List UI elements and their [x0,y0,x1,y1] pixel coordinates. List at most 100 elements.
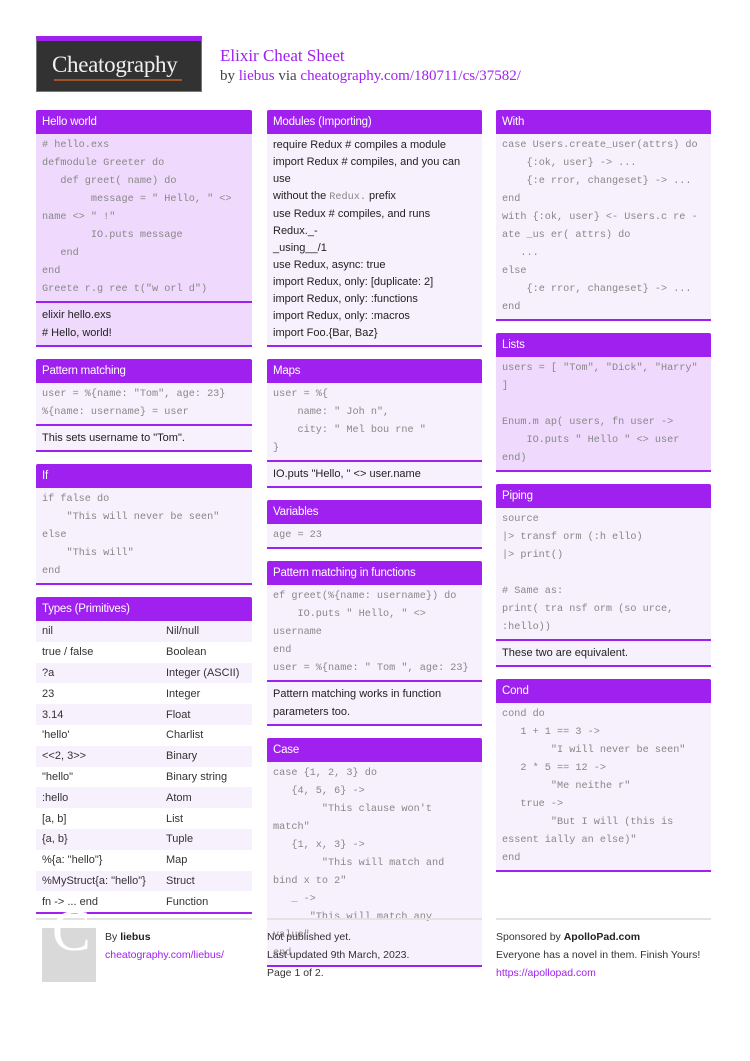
page-title[interactable]: Elixir Cheat Sheet [220,46,521,66]
type-name: Tuple [160,828,252,850]
sponsor-name[interactable]: ApolloPad.com [564,931,640,943]
code-block: user = %{ name: " Joh n", city: " Mel bo… [267,383,482,460]
types-row: <<2, 3>> Binary [36,745,252,767]
type-name: Function [160,891,252,913]
cheatography-logo[interactable]: Cheatography [36,36,202,92]
type-example: <<2, 3>> [36,745,160,767]
text-fragment: prefix [369,190,396,202]
code-block: case Users.create_user(attrs) do {:ok, u… [496,134,711,319]
sponsor-text: Everyone has a novel in them. Finish You… [496,949,701,961]
sheet-url-link[interactable]: cheatography.com/180711/cs/37582/ [300,68,521,84]
types-row: 'hello' Charlist [36,724,252,746]
type-name: Integer [160,683,252,705]
types-row: %MyStruct{a: "hello"} Struct [36,870,252,892]
text-line: without the Redux. prefix [273,188,476,206]
type-example: {a, b} [36,828,160,850]
section-title: Types (Primitives) [36,597,252,621]
types-row: "hello" Binary string [36,766,252,788]
section-title: Variables [267,500,482,524]
code-block: users = [ "Tom", "Dick", "Harry" ] Enum.… [496,357,711,470]
logo-underline [54,79,182,81]
section-title: Pattern matching in functions [267,561,482,585]
type-example: 'hello' [36,724,160,746]
section-maps: Maps user = %{ name: " Joh n", city: " M… [267,359,482,488]
avatar-letter: C [52,898,91,963]
footer-author: C By liebus cheatography.com/liebus/ [36,902,252,982]
type-name: Integer (ASCII) [160,662,252,684]
types-row: ?a Integer (ASCII) [36,662,252,684]
text-line: import Redux, only: [duplicate: 2] [273,276,434,288]
type-name: Atom [160,787,252,809]
type-name: Binary string [160,766,252,788]
code-block: # hello.exs defmodule Greeter do def gre… [36,134,252,301]
logo-text: Cheatography [52,52,178,77]
type-name: Charlist [160,724,252,746]
section-if: If if false do "This will never be seen"… [36,464,252,585]
section-title: Case [267,738,482,762]
type-example: %{a: "hello"} [36,849,160,871]
type-name: Boolean [160,641,252,663]
note: IO.puts "Hello, " <> user.name [267,460,482,486]
types-row: [a, b] List [36,808,252,829]
code-block: source |> transf orm (:h ello) |> print(… [496,508,711,639]
author-name[interactable]: liebus [120,931,150,943]
section-title: With [496,110,711,134]
section-title: If [36,464,252,488]
page-header: Cheatography Elixir Cheat Sheet by liebu… [36,36,716,94]
via-text: via [278,68,297,84]
type-example: [a, b] [36,808,160,829]
text-line: _using__/1 [273,242,327,254]
sponsor-line: Sponsored by ApolloPad.com [496,928,711,946]
type-name: List [160,808,252,829]
code-block: age = 23 [267,524,482,547]
type-example: "hello" [36,766,160,788]
code-block: if false do "This will never be seen" el… [36,488,252,583]
text-block: require Redux # compiles a module import… [267,134,482,345]
note: elixir hello.exs # Hello, world! [36,301,252,345]
types-row: nil Nil/null [36,621,252,642]
code-block: user = %{name: "Tom", age: 23} %{name: u… [36,383,252,424]
title-block: Elixir Cheat Sheet by liebus via cheatog… [220,46,521,85]
author-info: By liebus cheatography.com/liebus/ [105,928,252,964]
type-example: nil [36,621,160,642]
note: These two are equivalent. [496,639,711,665]
section-types: Types (Primitives) nil Nil/null true / fal… [36,597,252,915]
sponsor-url-link[interactable]: https://apollopad.com [496,964,711,982]
type-example: true / false [36,641,160,663]
text-fragment: without the [273,190,327,202]
author-link[interactable]: liebus [239,68,275,84]
section-title: Lists [496,333,711,357]
section-title: Cond [496,679,711,703]
type-example: %MyStruct{a: "hello"} [36,870,160,892]
types-row: 23 Integer [36,683,252,705]
types-row: 3.14 Float [36,704,252,725]
section-title: Maps [267,359,482,383]
text-line: use Redux # compiles, and runs Redux._- [273,208,431,237]
type-name: Nil/null [160,621,252,642]
section-modules: Modules (Importing) require Redux # comp… [267,110,482,347]
section-pattern-matching-functions: Pattern matching in functions ef greet(%… [267,561,482,726]
section-with: With case Users.create_user(attrs) do {:… [496,110,711,321]
section-pattern-matching: Pattern matching user = %{name: "Tom", a… [36,359,252,452]
types-row: true / false Boolean [36,641,252,663]
by-label: By [105,931,118,943]
author-url-link[interactable]: cheatography.com/liebus/ [105,946,252,964]
section-variables: Variables age = 23 [267,500,482,549]
note-line: # Hello, world! [42,327,112,339]
section-title: Hello world [36,110,252,134]
inline-code: Redux. [329,192,366,203]
published-status: Not published yet. [267,931,352,943]
sponsored-label: Sponsored by [496,931,561,943]
avatar: C [42,902,96,982]
byline: by liebus via cheatography.com/180711/cs… [220,68,521,85]
types-row: %{a: "hello"} Map [36,849,252,871]
code-block: ef greet(%{name: username}) do IO.puts "… [267,585,482,680]
type-name: Struct [160,870,252,892]
type-example: :hello [36,787,160,809]
text-line: import Redux, only: :functions [273,293,418,305]
page-number: Page 1 of 2. [267,967,324,979]
type-example: 23 [36,683,160,705]
types-row: :hello Atom [36,787,252,809]
author-line: By liebus [105,928,252,946]
by-prefix: by [220,68,235,84]
